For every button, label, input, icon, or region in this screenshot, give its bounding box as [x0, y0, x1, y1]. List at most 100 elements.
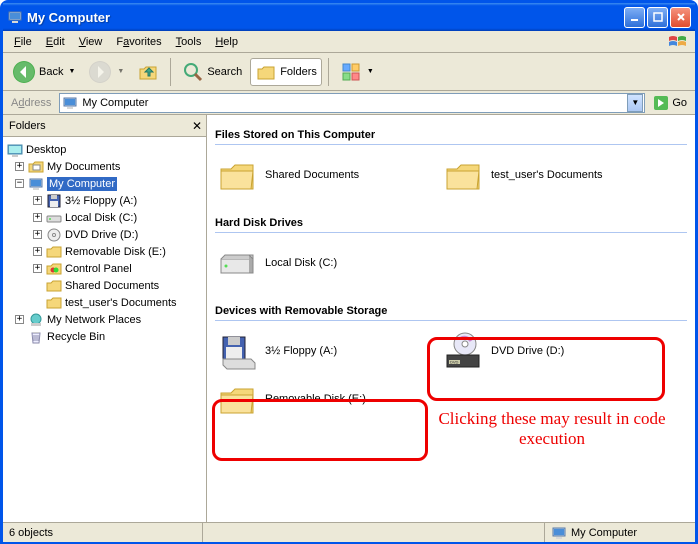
menu-tools[interactable]: Tools: [169, 34, 209, 50]
tree-local-disk[interactable]: + Local Disk (C:): [5, 209, 204, 226]
expander-icon[interactable]: +: [33, 213, 42, 222]
go-icon: [653, 95, 669, 111]
close-button[interactable]: [670, 7, 691, 28]
address-bar: Address My Computer ▼ Go: [3, 91, 695, 115]
address-dropdown-button[interactable]: ▼: [627, 94, 643, 112]
folder-icon: [46, 295, 62, 311]
menu-favorites[interactable]: Favorites: [109, 34, 168, 50]
folders-label: Folders: [280, 66, 317, 78]
desktop-icon: [7, 142, 23, 158]
expander-icon[interactable]: +: [33, 247, 42, 256]
folders-panel: Folders ✕ Desktop + My Documents − My Co…: [3, 115, 207, 522]
my-computer-icon: [28, 176, 44, 192]
tree-label: DVD Drive (D:): [65, 229, 138, 241]
section-files-stored: Files Stored on This Computer: [215, 129, 687, 145]
tree-label: Removable Disk (E:): [65, 246, 166, 258]
tree-label: Local Disk (C:): [65, 212, 137, 224]
annotation-highlight-box: [427, 337, 665, 401]
tree-label: test_user's Documents: [65, 297, 177, 309]
tree-shared-docs[interactable]: Shared Documents: [5, 277, 204, 294]
tree-label: My Network Places: [47, 314, 141, 326]
toolbar-separator: [328, 58, 329, 86]
forward-icon: [88, 60, 112, 84]
address-input[interactable]: My Computer ▼: [59, 93, 645, 113]
main-content: Files Stored on This Computer Shared Doc…: [207, 115, 695, 522]
forward-dropdown-icon: ▼: [117, 68, 124, 75]
back-icon: [12, 60, 36, 84]
my-computer-icon: [7, 9, 23, 25]
go-button[interactable]: Go: [649, 94, 691, 112]
search-label: Search: [207, 66, 242, 78]
folders-panel-close-button[interactable]: ✕: [192, 119, 202, 133]
item-label: 3½ Floppy (A:): [265, 345, 337, 357]
up-button[interactable]: [132, 58, 164, 86]
tree-floppy[interactable]: + 3½ Floppy (A:): [5, 192, 204, 209]
tree-removable[interactable]: + Removable Disk (E:): [5, 243, 204, 260]
search-button[interactable]: Search: [177, 58, 247, 86]
item-user-documents[interactable]: test_user's Documents: [441, 153, 651, 197]
tree-recycle[interactable]: Recycle Bin: [5, 328, 204, 345]
views-dropdown-icon[interactable]: ▼: [367, 68, 374, 75]
expander-icon[interactable]: +: [15, 162, 24, 171]
status-location-label: My Computer: [571, 527, 637, 539]
folder-icon: [46, 278, 62, 294]
up-folder-icon: [137, 61, 159, 83]
section-hard-disk: Hard Disk Drives: [215, 217, 687, 233]
control-panel-icon: [46, 261, 62, 277]
back-dropdown-icon[interactable]: ▼: [68, 68, 75, 75]
back-button[interactable]: Back ▼: [7, 57, 80, 87]
folders-button[interactable]: Folders: [250, 58, 322, 86]
back-label: Back: [39, 66, 63, 78]
hard-disk-icon: [46, 210, 62, 226]
tree-dvd[interactable]: + DVD Drive (D:): [5, 226, 204, 243]
my-computer-icon: [551, 525, 567, 541]
window-title: My Computer: [27, 10, 622, 25]
folders-icon: [255, 61, 277, 83]
menu-edit[interactable]: Edit: [39, 34, 72, 50]
menu-view[interactable]: View: [72, 34, 110, 50]
folder-icon: [217, 155, 257, 195]
item-label: Shared Documents: [265, 169, 359, 181]
dvd-icon: [46, 227, 62, 243]
recycle-bin-icon: [28, 329, 44, 345]
status-location: My Computer: [545, 523, 695, 542]
tree-my-documents[interactable]: + My Documents: [5, 158, 204, 175]
expander-icon[interactable]: +: [33, 230, 42, 239]
menu-bar: File Edit View Favorites Tools Help: [3, 31, 695, 53]
item-shared-documents[interactable]: Shared Documents: [215, 153, 425, 197]
title-bar: My Computer: [3, 3, 695, 31]
views-button[interactable]: ▼: [335, 58, 379, 86]
floppy-icon: [46, 193, 62, 209]
go-label: Go: [672, 97, 687, 109]
tree-label: Desktop: [26, 144, 66, 156]
tree-network[interactable]: + My Network Places: [5, 311, 204, 328]
menu-help[interactable]: Help: [208, 34, 245, 50]
annotation-highlight-box: [212, 399, 428, 461]
tree-desktop[interactable]: Desktop: [5, 141, 204, 158]
folder-icon: [28, 159, 44, 175]
forward-button: ▼: [83, 57, 129, 87]
expander-icon[interactable]: +: [33, 196, 42, 205]
folder-tree: Desktop + My Documents − My Computer + 3…: [3, 137, 206, 522]
floppy-drive-icon: [217, 331, 257, 371]
maximize-button[interactable]: [647, 7, 668, 28]
tree-control-panel[interactable]: + Control Panel: [5, 260, 204, 277]
tree-my-computer[interactable]: − My Computer: [5, 175, 204, 192]
network-icon: [28, 312, 44, 328]
tree-label: 3½ Floppy (A:): [65, 195, 137, 207]
item-floppy[interactable]: 3½ Floppy (A:): [215, 329, 425, 373]
minimize-button[interactable]: [624, 7, 645, 28]
tree-label: Control Panel: [65, 263, 132, 275]
expander-icon[interactable]: +: [15, 315, 24, 324]
item-label: Local Disk (C:): [265, 257, 337, 269]
tree-user-docs[interactable]: test_user's Documents: [5, 294, 204, 311]
item-local-disk[interactable]: Local Disk (C:): [215, 241, 425, 285]
menu-file[interactable]: File: [7, 34, 39, 50]
address-icon: [62, 95, 78, 111]
status-bar: 6 objects My Computer: [3, 522, 695, 542]
tree-label: Shared Documents: [65, 280, 159, 292]
expander-icon[interactable]: +: [33, 264, 42, 273]
toolbar-separator: [170, 58, 171, 86]
folder-icon: [443, 155, 483, 195]
expander-icon[interactable]: −: [15, 179, 24, 188]
